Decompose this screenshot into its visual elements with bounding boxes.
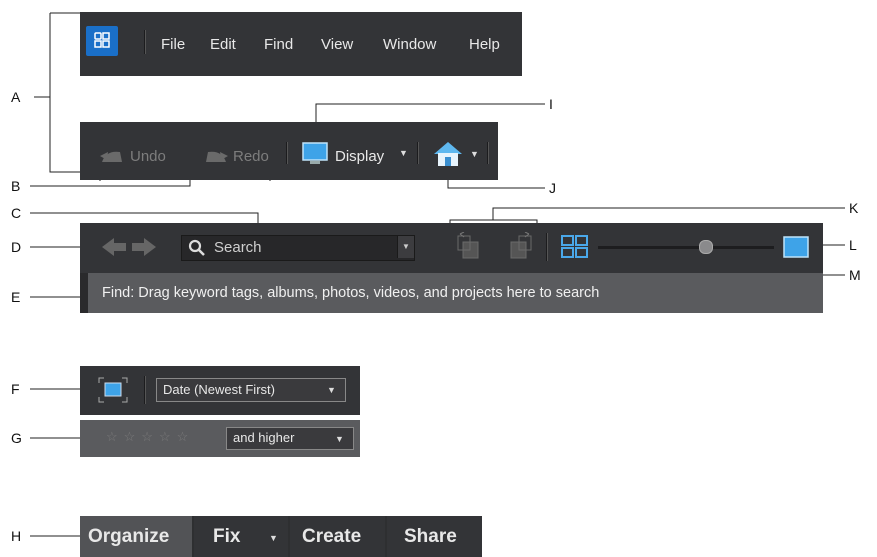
rating-selected-value: and higher bbox=[233, 430, 295, 445]
rating-filter-bar: ☆☆☆☆☆ and higher ▼ bbox=[80, 420, 360, 457]
search-input[interactable]: Search bbox=[214, 239, 262, 256]
menu-view[interactable]: View bbox=[321, 36, 353, 53]
rating-dropdown[interactable]: and higher ▼ bbox=[226, 427, 354, 450]
search-icon bbox=[188, 239, 206, 262]
redo-icon bbox=[200, 148, 230, 171]
chevron-down-icon: ▼ bbox=[402, 242, 410, 251]
sort-bar: Date (Newest First) ▼ bbox=[80, 366, 360, 415]
callout-f: F bbox=[11, 381, 20, 397]
sort-selected-value: Date (Newest First) bbox=[163, 382, 275, 397]
zoom-slider-track[interactable] bbox=[598, 246, 774, 249]
tab-organize[interactable]: Organize bbox=[80, 516, 192, 557]
menu-bar: File Edit Find View Window Help bbox=[80, 12, 522, 76]
rotate-left-icon[interactable] bbox=[456, 231, 484, 267]
menu-help[interactable]: Help bbox=[469, 36, 500, 53]
menu-edit[interactable]: Edit bbox=[210, 36, 236, 53]
tab-fix-label: Fix bbox=[213, 526, 241, 547]
home-icon[interactable] bbox=[432, 140, 464, 173]
menu-window[interactable]: Window bbox=[383, 36, 436, 53]
callout-k: K bbox=[849, 200, 859, 216]
grid-view-icon[interactable] bbox=[561, 235, 589, 264]
app-logo-icon[interactable] bbox=[86, 26, 118, 56]
forward-arrow-icon[interactable] bbox=[130, 236, 158, 263]
undo-button[interactable]: Undo bbox=[130, 148, 166, 165]
search-toolbar: Search ▼ bbox=[80, 223, 823, 273]
callout-m: M bbox=[849, 267, 861, 283]
callout-c: C bbox=[11, 205, 22, 221]
callout-d: D bbox=[11, 239, 22, 255]
tab-create[interactable]: Create bbox=[290, 516, 385, 557]
redo-button[interactable]: Redo bbox=[233, 148, 269, 165]
callout-i: I bbox=[549, 96, 553, 112]
find-bar[interactable]: Find: Drag keyword tags, albums, photos,… bbox=[80, 273, 823, 313]
tab-share[interactable]: Share bbox=[387, 516, 482, 557]
back-arrow-icon[interactable] bbox=[100, 236, 128, 263]
mode-tabs: Organize Fix ▼ Create Share bbox=[80, 516, 482, 557]
menu-file[interactable]: File bbox=[161, 36, 185, 53]
display-monitor-icon[interactable] bbox=[302, 142, 328, 171]
chevron-down-icon: ▼ bbox=[327, 385, 336, 395]
shortcuts-bar: Undo Redo Display ▼ ▼ bbox=[80, 122, 498, 180]
display-button[interactable]: Display bbox=[335, 148, 384, 165]
undo-icon bbox=[98, 148, 128, 171]
callout-e: E bbox=[11, 289, 21, 305]
callout-j: J bbox=[549, 180, 556, 196]
star-rating-icon[interactable]: ☆☆☆☆☆ bbox=[106, 429, 194, 445]
callout-h: H bbox=[11, 528, 22, 544]
display-chevron-down-icon: ▼ bbox=[399, 148, 408, 158]
single-photo-view-icon[interactable] bbox=[783, 236, 809, 263]
fullscreen-icon[interactable] bbox=[98, 377, 128, 408]
find-bar-text: Find: Drag keyword tags, albums, photos,… bbox=[102, 285, 600, 301]
tab-create-label: Create bbox=[302, 526, 362, 547]
chevron-down-icon: ▼ bbox=[335, 434, 344, 444]
sort-dropdown[interactable]: Date (Newest First) ▼ bbox=[156, 378, 346, 402]
callout-l: L bbox=[849, 237, 857, 253]
search-field[interactable]: Search bbox=[181, 235, 415, 261]
search-dropdown-button[interactable]: ▼ bbox=[397, 236, 414, 258]
zoom-slider-thumb[interactable] bbox=[699, 240, 713, 254]
rotate-right-icon[interactable] bbox=[505, 231, 533, 267]
tab-organize-label: Organize bbox=[88, 526, 170, 547]
menu-find[interactable]: Find bbox=[264, 36, 293, 53]
home-chevron-down-icon: ▼ bbox=[470, 149, 479, 159]
tab-fix[interactable]: Fix ▼ bbox=[194, 516, 288, 557]
tab-share-label: Share bbox=[404, 526, 457, 547]
callout-g: G bbox=[11, 430, 22, 446]
chevron-down-icon: ▼ bbox=[269, 533, 278, 543]
callout-b: B bbox=[11, 178, 21, 194]
callout-a: A bbox=[11, 89, 21, 105]
